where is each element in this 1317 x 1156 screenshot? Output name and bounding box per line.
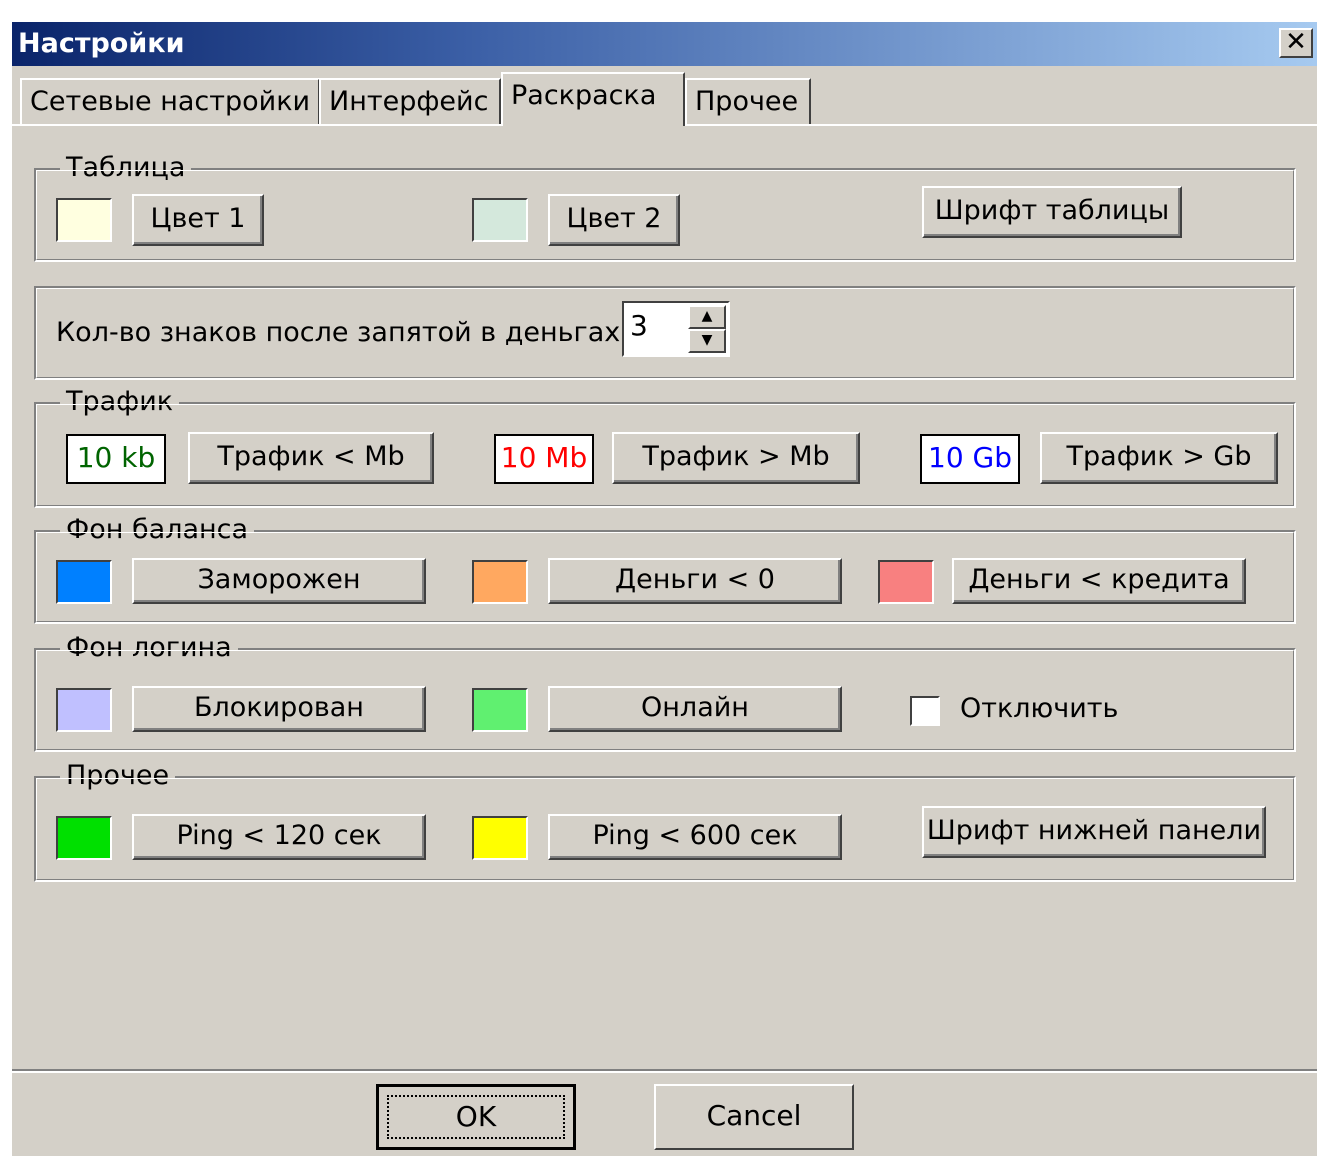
tab-interface[interactable]: Интерфейс (319, 78, 501, 124)
decimals-label: Кол-во знаков после запятой в деньгах. (56, 317, 629, 348)
ok-button[interactable]: OK (376, 1084, 576, 1150)
title-bar: Настройки ✕ (12, 22, 1317, 66)
tab-label: Раскраска (511, 80, 657, 111)
ping120-color-swatch (56, 816, 112, 860)
ping120-color-button[interactable]: Ping < 120 сек (132, 814, 426, 860)
cancel-button[interactable]: Cancel (654, 1084, 854, 1150)
group-legend: Фон логина (60, 631, 238, 665)
traffic-mb-button[interactable]: Трафик > Mb (612, 432, 860, 484)
table-font-button[interactable]: Шрифт таблицы (922, 186, 1182, 238)
close-icon: ✕ (1285, 27, 1307, 57)
frozen-color-swatch (56, 560, 112, 604)
balance-group: Фон баланса Заморожен Деньги < 0 Деньги … (34, 513, 1296, 624)
group-legend: Таблица (60, 151, 192, 185)
tab-coloring[interactable]: Раскраска (501, 72, 685, 126)
bottom-panel-font-button[interactable]: Шрифт нижней панели (922, 806, 1266, 858)
tab-label: Сетевые настройки (30, 86, 311, 117)
negative-money-button[interactable]: Деньги < 0 (548, 558, 842, 604)
traffic-kb-button[interactable]: Трафик < Mb (188, 432, 434, 484)
below-credit-swatch (878, 560, 934, 604)
spin-up-button[interactable]: ▲ (688, 305, 726, 329)
group-legend: Фон баланса (60, 513, 255, 547)
online-color-swatch (472, 688, 528, 732)
negative-money-swatch (472, 560, 528, 604)
table-color1-swatch (56, 198, 112, 242)
ping600-color-swatch (472, 816, 528, 860)
window-title: Настройки (18, 28, 185, 59)
close-button[interactable]: ✕ (1279, 28, 1313, 58)
blocked-color-swatch (56, 688, 112, 732)
traffic-gb-button[interactable]: Трафик > Gb (1040, 432, 1278, 484)
table-color2-button[interactable]: Цвет 2 (548, 194, 680, 246)
ping600-color-button[interactable]: Ping < 600 сек (548, 814, 842, 860)
below-credit-button[interactable]: Деньги < кредита (952, 558, 1246, 604)
traffic-mb-sample: 10 Mb (494, 434, 594, 484)
tab-network-settings[interactable]: Сетевые настройки (20, 78, 320, 124)
tab-label: Интерфейс (329, 86, 489, 117)
settings-dialog: Настройки ✕ Сетевые настройки Интерфейс … (12, 22, 1317, 1156)
disable-checkbox-label: Отключить (960, 693, 1119, 724)
table-color1-button[interactable]: Цвет 1 (132, 194, 264, 246)
disable-checkbox[interactable] (910, 696, 940, 726)
blocked-color-button[interactable]: Блокирован (132, 686, 426, 732)
traffic-gb-sample: 10 Gb (920, 434, 1020, 484)
focus-rectangle (387, 1095, 565, 1139)
traffic-group: Трафик 10 kb Трафик < Mb 10 Mb Трафик > … (34, 385, 1296, 508)
tab-label: Прочее (695, 86, 799, 117)
other-group: Прочее Ping < 120 сек Ping < 600 сек Шри… (34, 759, 1296, 882)
decimals-value: 3 (630, 309, 648, 342)
group-legend: Трафик (60, 385, 180, 419)
online-color-button[interactable]: Онлайн (548, 686, 842, 732)
spin-down-button[interactable]: ▼ (688, 329, 726, 353)
decimals-spinner[interactable]: 3 ▲ ▼ (622, 301, 730, 357)
login-group: Фон логина Блокирован Онлайн Отключить (34, 631, 1296, 752)
traffic-kb-sample: 10 kb (66, 434, 166, 484)
frozen-color-button[interactable]: Заморожен (132, 558, 426, 604)
group-legend: Прочее (60, 759, 176, 793)
table-group: Таблица Цвет 1 Цвет 2 Шрифт таблицы (34, 151, 1296, 262)
tab-other[interactable]: Прочее (685, 78, 811, 124)
table-color2-swatch (472, 198, 528, 242)
